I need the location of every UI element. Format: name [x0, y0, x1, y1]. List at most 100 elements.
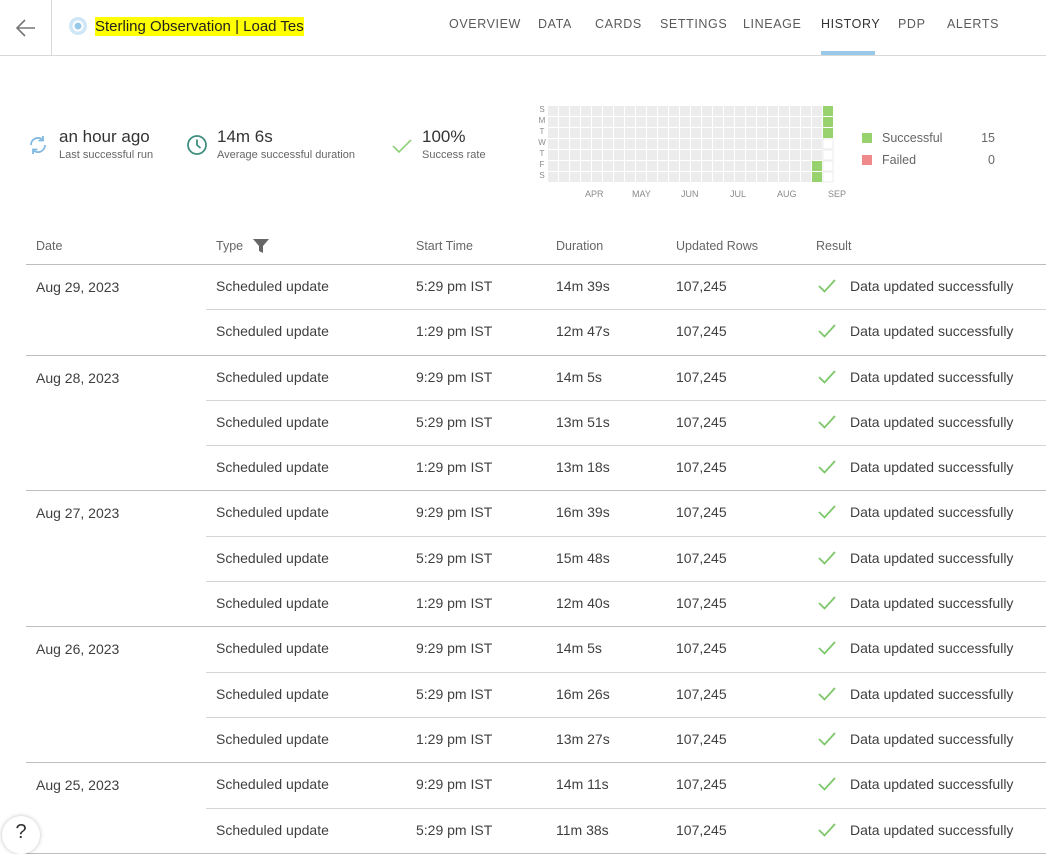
- heatmap-cell[interactable]: [581, 161, 591, 171]
- heatmap-cell[interactable]: [680, 106, 690, 116]
- heatmap-cell[interactable]: [746, 161, 756, 171]
- heatmap-cell[interactable]: [757, 172, 767, 182]
- heatmap-cell[interactable]: [822, 160, 834, 172]
- heatmap-cell[interactable]: [746, 150, 756, 160]
- heatmap-cell[interactable]: [636, 161, 646, 171]
- tab-history[interactable]: HISTORY: [821, 17, 880, 31]
- heatmap-cell[interactable]: [614, 117, 624, 127]
- heatmap-cell[interactable]: [724, 150, 734, 160]
- heatmap-cell[interactable]: [790, 139, 800, 149]
- heatmap-cell[interactable]: [658, 161, 668, 171]
- heatmap-cell[interactable]: [746, 128, 756, 138]
- heatmap-cell[interactable]: [691, 172, 701, 182]
- heatmap-cell[interactable]: [603, 161, 613, 171]
- heatmap-cell[interactable]: [680, 139, 690, 149]
- heatmap-cell[interactable]: [735, 150, 745, 160]
- heatmap-cell[interactable]: [779, 106, 789, 116]
- heatmap-cell[interactable]: [559, 150, 569, 160]
- table-row[interactable]: Scheduled update 1:29 pm IST 13m 27s 107,24…: [206, 716, 1046, 762]
- table-row[interactable]: Scheduled update 5:29 pm IST 14m 39s 107,24…: [206, 265, 1046, 309]
- heatmap-cell[interactable]: [691, 139, 701, 149]
- heatmap-cell[interactable]: [779, 128, 789, 138]
- heatmap-cell[interactable]: [757, 128, 767, 138]
- heatmap-cell[interactable]: [603, 117, 613, 127]
- heatmap-cell[interactable]: [636, 139, 646, 149]
- heatmap-cell[interactable]: [603, 172, 613, 182]
- heatmap-cell[interactable]: [801, 139, 811, 149]
- heatmap-cell[interactable]: [757, 117, 767, 127]
- heatmap-cell[interactable]: [713, 150, 723, 160]
- table-row[interactable]: Scheduled update 1:29 pm IST 13m 18s 107,24…: [206, 445, 1046, 490]
- heatmap-cell[interactable]: [724, 106, 734, 116]
- heatmap-cell[interactable]: [614, 128, 624, 138]
- heatmap-cell[interactable]: [669, 139, 679, 149]
- heatmap-cell[interactable]: [790, 150, 800, 160]
- heatmap-cell[interactable]: [812, 150, 822, 160]
- heatmap-cell[interactable]: [713, 139, 723, 149]
- col-type[interactable]: Type: [216, 239, 243, 253]
- heatmap-cell[interactable]: [625, 106, 635, 116]
- heatmap-cell[interactable]: [724, 117, 734, 127]
- back-button[interactable]: [0, 0, 52, 55]
- heatmap-cell[interactable]: [647, 139, 657, 149]
- heatmap-cell[interactable]: [735, 117, 745, 127]
- heatmap-cell[interactable]: [548, 106, 558, 116]
- heatmap-cell[interactable]: [768, 106, 778, 116]
- heatmap-cell[interactable]: [581, 106, 591, 116]
- heatmap-cell[interactable]: [570, 117, 580, 127]
- heatmap-cell[interactable]: [647, 128, 657, 138]
- heatmap-cell[interactable]: [581, 172, 591, 182]
- heatmap-cell[interactable]: [592, 150, 602, 160]
- heatmap-cell[interactable]: [757, 161, 767, 171]
- heatmap-cell[interactable]: [702, 117, 712, 127]
- heatmap-cell[interactable]: [801, 106, 811, 116]
- heatmap-cell[interactable]: [680, 172, 690, 182]
- heatmap-cell[interactable]: [801, 172, 811, 182]
- heatmap-cell[interactable]: [724, 128, 734, 138]
- heatmap-cell[interactable]: [559, 117, 569, 127]
- heatmap-cell[interactable]: [735, 128, 745, 138]
- table-row[interactable]: Scheduled update 5:29 pm IST 11m 38s 107,24…: [206, 807, 1046, 853]
- heatmap-cell[interactable]: [812, 139, 822, 149]
- heatmap-cell[interactable]: [735, 172, 745, 182]
- heatmap-cell[interactable]: [746, 106, 756, 116]
- heatmap-cell[interactable]: [581, 117, 591, 127]
- heatmap-cell[interactable]: [812, 106, 822, 116]
- heatmap-cell[interactable]: [636, 106, 646, 116]
- heatmap-cell[interactable]: [680, 150, 690, 160]
- heatmap-cell[interactable]: [735, 161, 745, 171]
- heatmap-cell[interactable]: [548, 139, 558, 149]
- heatmap-cell[interactable]: [779, 117, 789, 127]
- heatmap-cell[interactable]: [669, 128, 679, 138]
- heatmap-cell[interactable]: [724, 161, 734, 171]
- table-row[interactable]: Scheduled update 5:29 pm IST 15m 48s 107,24…: [206, 535, 1046, 581]
- heatmap-cell[interactable]: [812, 172, 822, 182]
- heatmap-cell[interactable]: [592, 172, 602, 182]
- heatmap-cell[interactable]: [559, 139, 569, 149]
- heatmap-cell[interactable]: [822, 171, 834, 183]
- heatmap-cell[interactable]: [570, 106, 580, 116]
- heatmap-cell[interactable]: [647, 117, 657, 127]
- heatmap-cell[interactable]: [790, 128, 800, 138]
- help-button[interactable]: ?: [2, 816, 40, 854]
- heatmap-cell[interactable]: [647, 161, 657, 171]
- heatmap-cell[interactable]: [713, 117, 723, 127]
- heatmap-cell[interactable]: [570, 161, 580, 171]
- heatmap-cell[interactable]: [581, 150, 591, 160]
- heatmap-cell[interactable]: [559, 128, 569, 138]
- heatmap-cell[interactable]: [713, 128, 723, 138]
- heatmap-cell[interactable]: [691, 150, 701, 160]
- heatmap-cell[interactable]: [647, 106, 657, 116]
- heatmap-cell[interactable]: [603, 106, 613, 116]
- heatmap-cell[interactable]: [746, 172, 756, 182]
- heatmap-cell[interactable]: [680, 161, 690, 171]
- filter-icon[interactable]: [253, 239, 269, 253]
- heatmap-cell[interactable]: [812, 161, 822, 171]
- heatmap-cell[interactable]: [669, 106, 679, 116]
- table-row[interactable]: Scheduled update 9:29 pm IST 16m 39s 107,24…: [206, 491, 1046, 535]
- heatmap-cell[interactable]: [768, 161, 778, 171]
- heatmap-cell[interactable]: [713, 161, 723, 171]
- heatmap-cell[interactable]: [570, 139, 580, 149]
- heatmap-cell[interactable]: [669, 172, 679, 182]
- heatmap-cell[interactable]: [801, 128, 811, 138]
